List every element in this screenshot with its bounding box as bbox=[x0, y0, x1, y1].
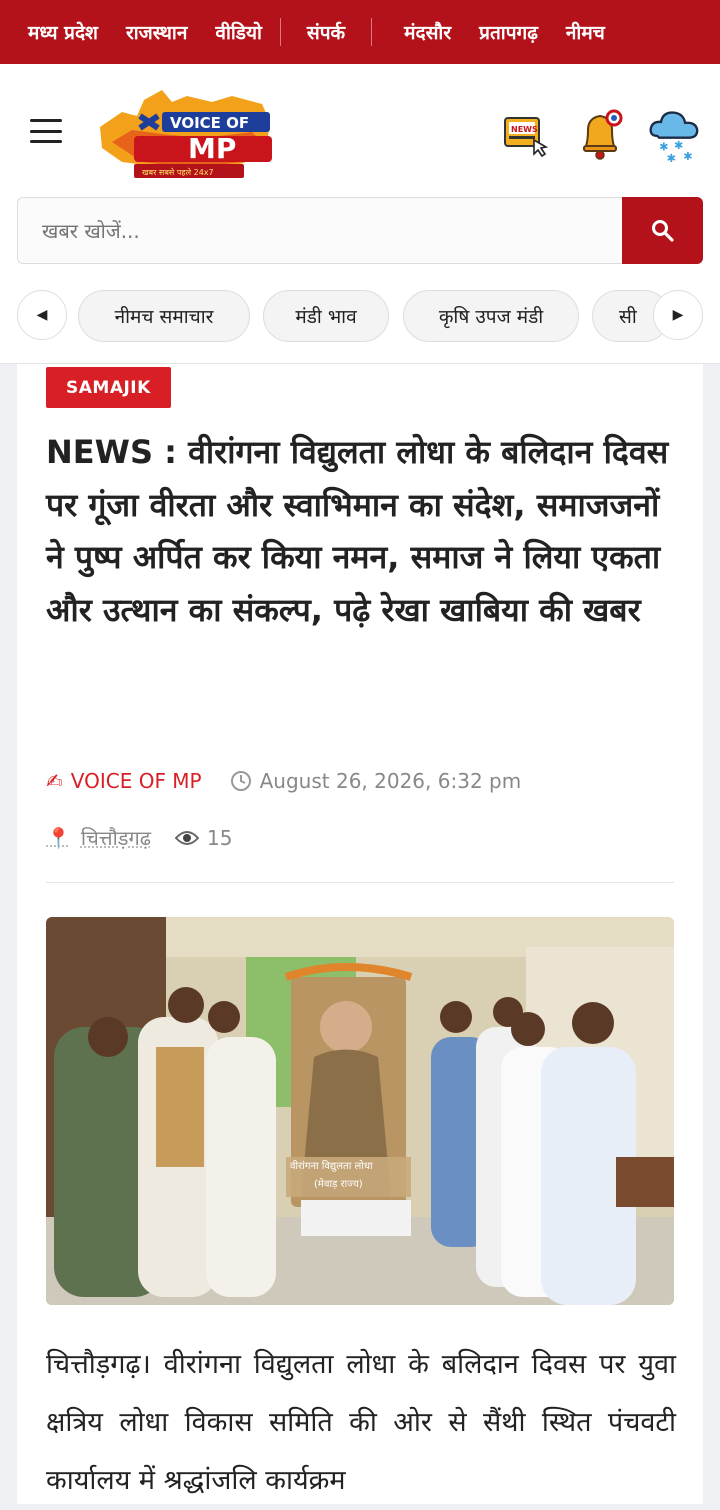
chevron-right-icon: ▶ bbox=[672, 307, 684, 323]
author-name: VOICE OF MP bbox=[70, 769, 202, 793]
eye-icon bbox=[175, 830, 200, 845]
site-header: VOICE OF MP खबर सबसे पहले 24x7 NEWS ✱ ✱ … bbox=[0, 64, 720, 199]
tag-krishi-upaj-mandi[interactable]: कृषि उपज मंडी bbox=[403, 290, 579, 342]
news-icon[interactable]: NEWS bbox=[500, 104, 552, 164]
svg-text:NEWS: NEWS bbox=[511, 125, 538, 134]
nav-divider bbox=[371, 18, 373, 46]
writing-hand-icon: ✍ bbox=[46, 769, 63, 793]
article-photo[interactable]: वीरांगना विद्युलता लोधा (मेवाड़ राज्य) bbox=[46, 917, 674, 1305]
article-meta: ✍ VOICE OF MP August 26, 2026, 6:32 pm bbox=[46, 769, 521, 793]
menu-icon[interactable] bbox=[30, 119, 62, 143]
search-input[interactable] bbox=[17, 197, 623, 264]
publish-date: August 26, 2026, 6:32 pm bbox=[230, 769, 522, 793]
nav-mandsaur[interactable]: मंदसौर bbox=[376, 19, 465, 45]
svg-text:✱: ✱ bbox=[667, 152, 676, 165]
chevron-left-icon: ◀ bbox=[36, 307, 48, 323]
article-meta-secondary: 📍 चित्तौड़गढ़ 15 bbox=[46, 824, 232, 851]
svg-text:✱: ✱ bbox=[683, 150, 692, 163]
nav-contact[interactable]: संपर्क bbox=[285, 19, 367, 45]
tag-neemuch-news[interactable]: नीमच समाचार bbox=[78, 290, 250, 342]
carousel-next-button[interactable]: ▶ bbox=[653, 290, 703, 340]
date-text: August 26, 2026, 6:32 pm bbox=[259, 769, 522, 793]
svg-text:वीरांगना विद्युलता लोधा: वीरांगना विद्युलता लोधा bbox=[290, 1160, 373, 1172]
location-pin-icon: 📍 bbox=[46, 825, 71, 850]
site-logo[interactable]: VOICE OF MP खबर सबसे पहले 24x7 bbox=[92, 82, 277, 182]
svg-text:✱: ✱ bbox=[674, 139, 683, 152]
nav-divider bbox=[279, 18, 281, 46]
location-text: चित्तौड़गढ़ bbox=[80, 826, 152, 850]
meta-divider bbox=[46, 882, 674, 883]
search-button[interactable] bbox=[622, 197, 703, 264]
article-card: SAMAJIK NEWS : वीरांगना विद्युलता लोधा क… bbox=[17, 364, 703, 1504]
weather-icon[interactable]: ✱ ✱ ✱ ✱ bbox=[648, 104, 700, 165]
search-icon bbox=[651, 219, 674, 242]
bell-icon[interactable] bbox=[574, 104, 626, 164]
nav-pratapgarh[interactable]: प्रतापगढ़ bbox=[465, 19, 552, 45]
author-link[interactable]: ✍ VOICE OF MP bbox=[46, 769, 202, 793]
view-count-text: 15 bbox=[207, 825, 233, 850]
svg-text:MP: MP bbox=[188, 132, 236, 165]
svg-text:VOICE OF: VOICE OF bbox=[170, 114, 249, 132]
svg-text:खबर सबसे पहले 24x7: खबर सबसे पहले 24x7 bbox=[142, 167, 214, 177]
tag-carousel: ◀ नीमच समाचार मंडी भाव कृषि उपज मंडी सी … bbox=[0, 279, 720, 364]
view-count: 15 bbox=[175, 826, 232, 850]
svg-text:(मेवाड़ राज्य): (मेवाड़ राज्य) bbox=[314, 1178, 363, 1190]
nav-rajasthan[interactable]: राजस्थान bbox=[112, 19, 201, 45]
location-link[interactable]: 📍 चित्तौड़गढ़ bbox=[46, 824, 151, 851]
category-badge[interactable]: SAMAJIK bbox=[46, 367, 171, 408]
top-navigation: मध्य प्रदेश राजस्थान वीडियो संपर्क मंदसौ… bbox=[0, 0, 720, 64]
carousel-prev-button[interactable]: ◀ bbox=[17, 290, 67, 340]
nav-madhya-pradesh[interactable]: मध्य प्रदेश bbox=[14, 19, 112, 45]
article-title: NEWS : वीरांगना विद्युलता लोधा के बलिदान… bbox=[46, 433, 669, 629]
clock-icon bbox=[230, 771, 251, 791]
article-body: चित्तौड़गढ़। वीरांगना विद्युलता लोधा के … bbox=[46, 1349, 676, 1496]
search-bar bbox=[0, 197, 720, 279]
nav-video[interactable]: वीडियो bbox=[201, 19, 276, 45]
nav-neemuch[interactable]: नीमच bbox=[552, 19, 619, 45]
tag-mandi-bhav[interactable]: मंडी भाव bbox=[263, 290, 389, 342]
